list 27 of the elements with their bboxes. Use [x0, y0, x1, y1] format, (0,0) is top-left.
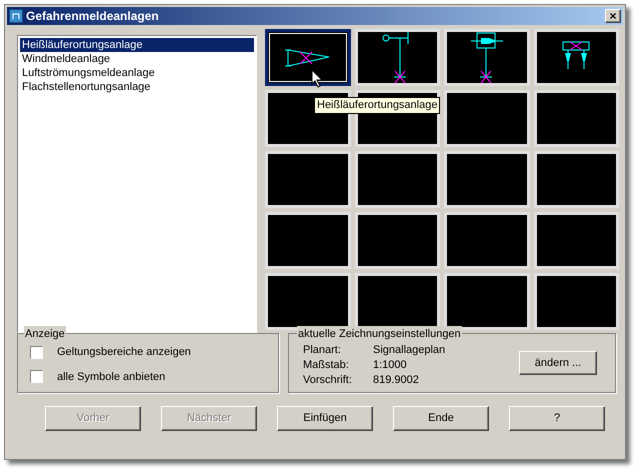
list-item[interactable]: Flachstellenortungsanlage	[20, 80, 254, 94]
tooltip: Heißläuferortungsanlage	[314, 97, 440, 114]
setting-value: Signallageplan	[373, 342, 446, 358]
close-button[interactable]: ×	[605, 9, 621, 23]
setting-label: Planart:	[303, 342, 342, 358]
list-item[interactable]: Heißläuferortungsanlage	[20, 38, 254, 52]
app-icon	[9, 9, 23, 23]
dialog-button[interactable]: ?	[509, 406, 605, 431]
valve-symbol-icon	[470, 32, 503, 84]
list-item[interactable]: Luftströmungsmeldeanlage	[20, 66, 254, 80]
checkbox-label: Geltungsbereiche anzeigen	[57, 345, 191, 360]
setting-value: 1:1000	[373, 358, 408, 372]
symbol-tile[interactable]	[265, 29, 350, 86]
window-title: Gefahrenmeldeanlagen	[26, 8, 160, 25]
checkbox[interactable]	[30, 370, 43, 384]
checkbox[interactable]	[30, 346, 43, 359]
checkbox-label: alle Symbole anbieten	[57, 370, 166, 384]
mouse-pointer-icon	[311, 69, 323, 88]
dialog-button[interactable]: Ende	[393, 406, 489, 431]
change-button[interactable]: ändern ...	[519, 351, 597, 375]
group-title: aktuelle Zeichnungseinstellungen	[297, 326, 462, 342]
group-title: Anzeige	[24, 326, 66, 342]
setting-value: 819.9002	[373, 372, 420, 388]
dialog-button[interactable]: Einfügen	[277, 406, 373, 431]
setting-label: Vorschrift:	[303, 372, 353, 388]
list-item[interactable]: Windmeldeanlage	[20, 52, 254, 66]
setting-label: Maßstab:	[303, 358, 350, 372]
